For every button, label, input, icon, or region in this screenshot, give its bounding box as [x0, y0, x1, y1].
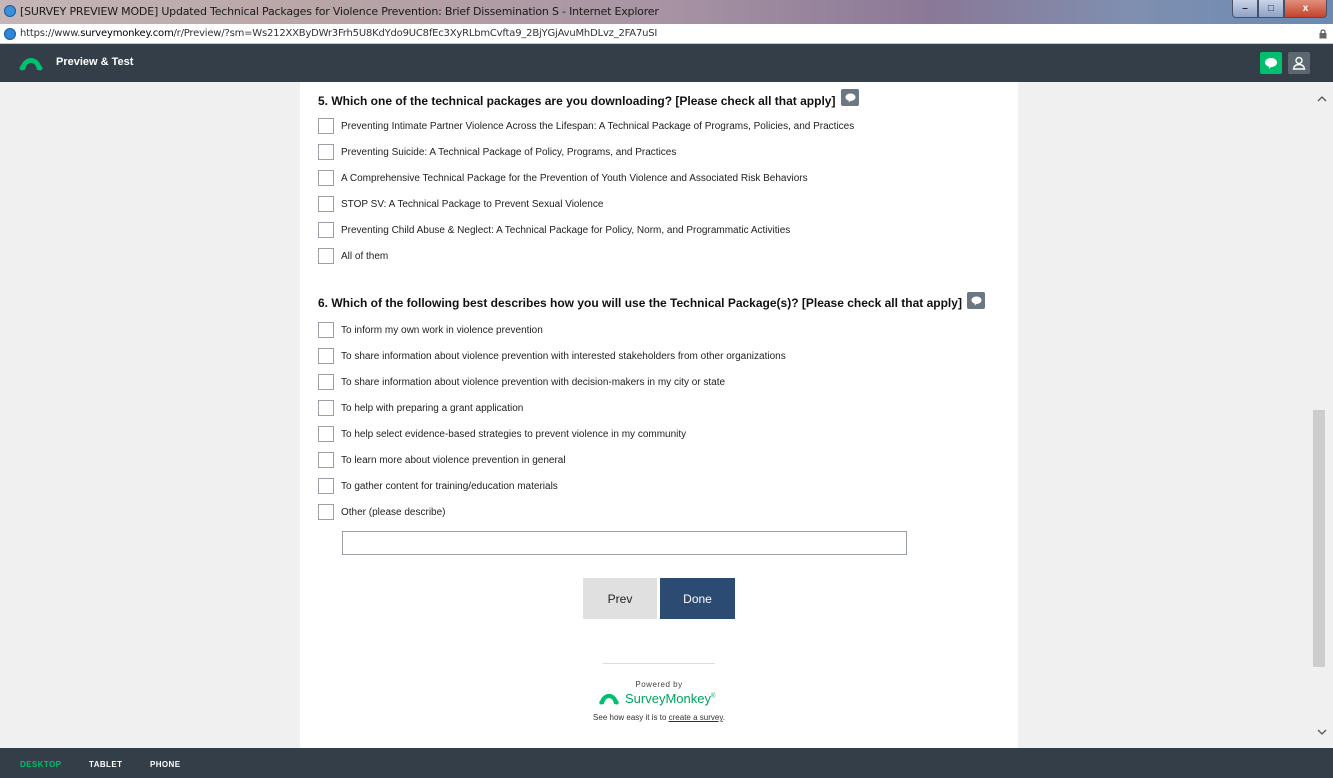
q6-option-5-checkbox[interactable] — [318, 426, 334, 442]
see-how-prefix: See how easy it is to — [593, 713, 669, 722]
internet-explorer-icon — [4, 5, 16, 17]
q5-option-3-checkbox[interactable] — [318, 170, 334, 186]
window-title: [SURVEY PREVIEW MODE] Updated Technical … — [20, 5, 659, 18]
page-title: Preview & Test — [56, 56, 134, 68]
q5-option-6-checkbox[interactable] — [318, 248, 334, 264]
q6-option-6[interactable]: To learn more about violence prevention … — [318, 452, 566, 468]
tab-phone[interactable]: PHONE — [150, 760, 180, 769]
comments-button[interactable] — [1260, 52, 1282, 74]
q6-option-5[interactable]: To help select evidence-based strategies… — [318, 426, 686, 442]
footer-divider — [603, 663, 715, 664]
q6-option-other[interactable]: Other (please describe) — [318, 504, 446, 520]
window-controls: – □ x — [1232, 0, 1327, 18]
q5-option-1[interactable]: Preventing Intimate Partner Violence Acr… — [318, 118, 854, 134]
url-path: /r/Preview/?sm=Ws212XXByDWr3Frh5U8KdYdo9… — [173, 28, 658, 39]
q5-option-5-label[interactable]: Preventing Child Abuse & Neglect: A Tech… — [341, 225, 790, 236]
q5-option-2-label[interactable]: Preventing Suicide: A Technical Package … — [341, 147, 676, 158]
done-button[interactable]: Done — [660, 578, 735, 619]
create-survey-link[interactable]: create a survey — [669, 713, 723, 722]
q6-option-3[interactable]: To share information about violence prev… — [318, 374, 725, 390]
comment-icon — [1265, 57, 1277, 69]
q6-option-2[interactable]: To share information about violence prev… — [318, 348, 786, 364]
brand-name: SurveyMonkey® — [625, 691, 715, 706]
q6-option-1-checkbox[interactable] — [318, 322, 334, 338]
q5-option-1-checkbox[interactable] — [318, 118, 334, 134]
share-user-button[interactable] — [1288, 52, 1310, 74]
q5-option-5[interactable]: Preventing Child Abuse & Neglect: A Tech… — [318, 222, 790, 238]
window-title-bar[interactable]: [SURVEY PREVIEW MODE] Updated Technical … — [0, 0, 1333, 24]
question-6-title: 6. Which of the following best describes… — [318, 296, 962, 310]
site-favicon-icon — [4, 28, 16, 40]
lock-icon[interactable] — [1319, 29, 1327, 39]
q5-option-1-label[interactable]: Preventing Intimate Partner Violence Acr… — [341, 121, 854, 132]
powered-by-label: Powered by — [635, 680, 683, 689]
q5-option-4-checkbox[interactable] — [318, 196, 334, 212]
q6-option-4[interactable]: To help with preparing a grant applicati… — [318, 400, 523, 416]
question-6-comment-button[interactable] — [967, 292, 985, 309]
q5-option-2[interactable]: Preventing Suicide: A Technical Package … — [318, 144, 676, 160]
q6-option-2-checkbox[interactable] — [318, 348, 334, 364]
url-text[interactable]: https://www.surveymonkey.com/r/Preview/?… — [20, 28, 657, 39]
question-5-title: 5. Which one of the technical packages a… — [318, 94, 836, 108]
user-icon — [1292, 56, 1306, 70]
url-scheme: https://www. — [20, 28, 81, 39]
q6-option-1[interactable]: To inform my own work in violence preven… — [318, 322, 543, 338]
minimize-button[interactable]: – — [1232, 0, 1258, 18]
q6-option-other-checkbox[interactable] — [318, 504, 334, 520]
device-switcher-bar: DESKTOP TABLET PHONE — [0, 748, 1333, 778]
brand-registered-mark: ® — [710, 693, 716, 700]
q6-option-2-label[interactable]: To share information about violence prev… — [341, 351, 786, 362]
q6-option-7[interactable]: To gather content for training/education… — [318, 478, 558, 494]
close-window-button[interactable]: x — [1284, 0, 1327, 18]
url-host: surveymonkey.com — [80, 28, 174, 39]
see-how-suffix: . — [722, 713, 725, 722]
prev-button[interactable]: Prev — [583, 578, 657, 619]
comment-icon — [971, 296, 981, 305]
surveymonkey-logo-icon — [599, 693, 619, 704]
q6-option-3-label[interactable]: To share information about violence prev… — [341, 377, 725, 388]
surveymonkey-brand[interactable]: SurveyMonkey® — [598, 691, 715, 706]
q5-option-5-checkbox[interactable] — [318, 222, 334, 238]
q6-option-6-checkbox[interactable] — [318, 452, 334, 468]
q5-option-4[interactable]: STOP SV: A Technical Package to Prevent … — [318, 196, 603, 212]
q5-option-3-label[interactable]: A Comprehensive Technical Package for th… — [341, 173, 808, 184]
q6-option-4-checkbox[interactable] — [318, 400, 334, 416]
scroll-up-arrow-icon[interactable] — [1313, 92, 1331, 106]
maximize-button[interactable]: □ — [1258, 0, 1284, 18]
q6-option-7-checkbox[interactable] — [318, 478, 334, 494]
q5-option-6[interactable]: All of them — [318, 248, 388, 264]
q6-option-4-label[interactable]: To help with preparing a grant applicati… — [341, 403, 523, 414]
q6-option-7-label[interactable]: To gather content for training/education… — [341, 481, 558, 492]
preview-header: Preview & Test — [0, 44, 1333, 82]
comment-icon — [845, 93, 855, 102]
surveymonkey-logo-icon — [19, 58, 43, 71]
q6-option-other-label[interactable]: Other (please describe) — [341, 507, 446, 518]
question-5-comment-button[interactable] — [841, 89, 859, 106]
tab-tablet[interactable]: TABLET — [89, 760, 122, 769]
other-description-input[interactable] — [342, 531, 907, 555]
q6-option-6-label[interactable]: To learn more about violence prevention … — [341, 455, 566, 466]
q5-option-3[interactable]: A Comprehensive Technical Package for th… — [318, 170, 808, 186]
brand-name-text: SurveyMonkey — [625, 691, 711, 706]
see-how-text: See how easy it is to create a survey. — [300, 713, 1018, 722]
scroll-down-arrow-icon[interactable] — [1313, 725, 1331, 739]
q6-option-3-checkbox[interactable] — [318, 374, 334, 390]
q5-option-2-checkbox[interactable] — [318, 144, 334, 160]
survey-page: 5. Which one of the technical packages a… — [300, 82, 1018, 748]
scrollbar-thumb[interactable] — [1313, 410, 1325, 667]
tab-desktop[interactable]: DESKTOP — [20, 760, 61, 769]
q5-option-6-label[interactable]: All of them — [341, 251, 388, 262]
q6-option-1-label[interactable]: To inform my own work in violence preven… — [341, 325, 543, 336]
address-bar[interactable]: https://www.surveymonkey.com/r/Preview/?… — [0, 24, 1333, 44]
q6-option-5-label[interactable]: To help select evidence-based strategies… — [341, 429, 686, 440]
q5-option-4-label[interactable]: STOP SV: A Technical Package to Prevent … — [341, 199, 603, 210]
